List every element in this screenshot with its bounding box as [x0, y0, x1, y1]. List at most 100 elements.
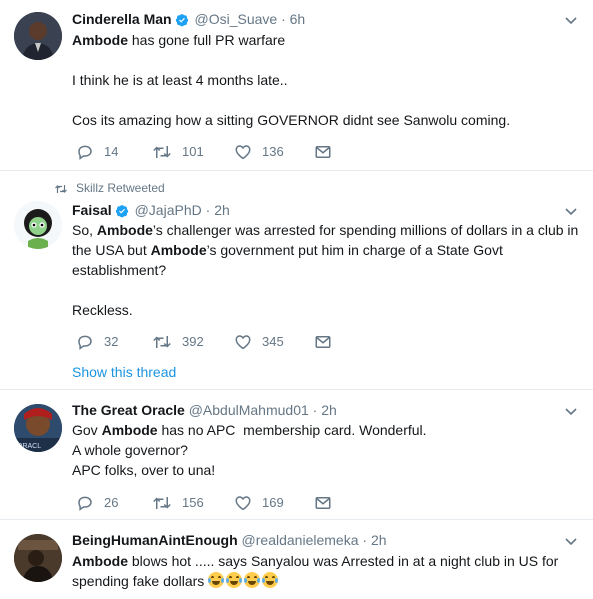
tweet-text: Gov Ambode has no APC membership card. W…	[72, 420, 582, 480]
avatar-image	[14, 201, 62, 249]
retweet-button[interactable]: 392	[152, 332, 204, 352]
envelope-icon	[315, 336, 331, 348]
text-segment: APC folks, over to una!	[72, 462, 216, 478]
retweet-icon	[153, 336, 171, 348]
tweet-text: So, Ambode ’s challenger was arrested for…	[72, 220, 582, 320]
tweet-text-line: So, Ambode’s challenger was arrested for…	[72, 220, 582, 240]
text-segment: I think he is at least 4 months late..	[72, 72, 288, 88]
reply-button[interactable]: 14	[76, 142, 118, 162]
tears-of-joy-emoji-icon	[262, 572, 279, 588]
avatar-image	[14, 534, 62, 582]
tweet[interactable]: Cinderella Man @Osi_Suave · 6h Ambode ha…	[0, 0, 593, 171]
direct-message-button[interactable]	[314, 332, 332, 352]
tweet[interactable]: Skillz Retweeted Faisal @JajaPhD · 2h So…	[0, 171, 593, 390]
tweet-text: Ambode blows hot ..... says Sanyalou was…	[72, 551, 582, 591]
tears-of-joy-emoji-icon	[244, 572, 261, 588]
author-handle[interactable]: @realdanielemeka	[242, 532, 359, 548]
tweet[interactable]: BeingHumanAintEnough @realdanielemeka · …	[0, 520, 593, 599]
heart-icon	[235, 496, 251, 511]
author-handle[interactable]: @AbdulMahmud01	[189, 402, 309, 418]
highlighted-keyword: Ambode	[101, 422, 158, 438]
author-name[interactable]: The Great Oracle	[72, 402, 185, 418]
retweet-icon	[153, 497, 171, 509]
text-segment: has no APC membership card. Wonderful.	[157, 422, 427, 438]
chevron-down-icon[interactable]	[563, 403, 579, 419]
avatar[interactable]	[14, 12, 62, 60]
reply-button[interactable]: 26	[76, 493, 118, 513]
timestamp[interactable]: 2h	[214, 202, 230, 218]
like-button[interactable]: 169	[234, 493, 284, 513]
highlighted-keyword: Ambode	[150, 242, 207, 258]
heart-icon	[235, 335, 251, 350]
tears-of-joy-emoji-icon	[226, 572, 243, 588]
show-thread-link[interactable]: Show this thread	[72, 363, 176, 381]
avatar[interactable]	[14, 534, 62, 582]
text-segment: Cos its amazing how a sitting GOVERNOR d…	[72, 112, 511, 128]
retweet-icon	[153, 146, 171, 158]
tweet-text-line: APC folks, over to una!	[72, 460, 582, 480]
timestamp[interactable]: 2h	[321, 402, 337, 418]
text-segment: spending fake dollars	[72, 573, 209, 589]
reply-button[interactable]: 32	[76, 332, 118, 352]
text-segment: ’s challenger was arrested for spending …	[152, 222, 579, 238]
author-name[interactable]: Cinderella Man	[72, 11, 172, 27]
avatar-image	[14, 12, 62, 60]
retweet-context[interactable]: Skillz Retweeted	[54, 180, 165, 196]
heart-icon	[235, 145, 251, 160]
chevron-down-icon[interactable]	[563, 203, 579, 219]
tweet-text-line: Reckless.	[72, 300, 582, 320]
retweet-count: 392	[182, 334, 204, 349]
envelope-icon	[315, 497, 331, 509]
separator-dot: ·	[312, 402, 318, 418]
reply-icon	[78, 496, 92, 511]
avatar[interactable]	[14, 201, 62, 249]
avatar-image: ORACL	[14, 404, 62, 452]
timestamp[interactable]: 2h	[371, 532, 387, 548]
like-button[interactable]: 136	[234, 142, 284, 162]
chevron-down-icon[interactable]	[563, 12, 579, 28]
tweet-text-line: the USA but Ambode’s government put him …	[72, 240, 582, 260]
tweet-text-line: Ambode blows hot ..... says Sanyalou was…	[72, 551, 582, 571]
like-count: 169	[262, 495, 284, 510]
tweet-text-line: Gov Ambode has no APC membership card. W…	[72, 420, 582, 440]
tweet-text-line: Cos its amazing how a sitting GOVERNOR d…	[72, 110, 582, 130]
direct-message-button[interactable]	[314, 142, 332, 162]
like-count: 136	[262, 144, 284, 159]
like-button[interactable]: 345	[234, 332, 284, 352]
retweet-button[interactable]: 156	[152, 493, 204, 513]
retweet-button[interactable]: 101	[152, 142, 204, 162]
svg-text:ORACL: ORACL	[17, 443, 41, 450]
author-handle[interactable]: @JajaPhD	[135, 202, 202, 218]
retweet-count: 101	[182, 144, 204, 159]
author-handle[interactable]: @Osi_Suave	[194, 11, 277, 27]
text-segment: A whole governor?	[72, 442, 188, 458]
separator-dot: ·	[281, 11, 286, 27]
reply-count: 14	[104, 144, 119, 159]
highlighted-keyword: Ambode	[72, 32, 128, 48]
direct-message-button[interactable]	[314, 493, 332, 513]
author-name[interactable]: BeingHumanAintEnough	[72, 532, 238, 548]
text-segment: the USA but	[72, 242, 151, 258]
like-count: 345	[262, 334, 284, 349]
tweet-text-line: Ambode has gone full PR warfare	[72, 30, 582, 50]
reply-icon	[78, 335, 92, 350]
text-segment: blows hot ..... says Sanyalou was Arrest…	[128, 553, 559, 569]
verified-badge-icon	[115, 205, 128, 218]
text-segment: ’s government put him in charge of a Sta…	[206, 242, 503, 258]
text-segment: So,	[72, 222, 97, 238]
reply-icon	[78, 145, 92, 160]
chevron-down-icon[interactable]	[563, 533, 579, 549]
tweet-text-line: A whole governor?	[72, 440, 582, 460]
text-segment: has gone full PR warfare	[128, 32, 286, 48]
text-segment: establishment?	[72, 262, 167, 278]
avatar[interactable]: ORACL	[14, 404, 62, 452]
verified-badge-icon	[175, 14, 188, 27]
tweet-text-line: establishment?	[72, 260, 582, 280]
tweet[interactable]: ORACL The Great Oracle @AbdulMahmud01 · …	[0, 390, 593, 520]
envelope-icon	[315, 146, 331, 158]
author-name[interactable]: Faisal	[72, 202, 112, 218]
timestamp[interactable]: 6h	[290, 11, 306, 27]
